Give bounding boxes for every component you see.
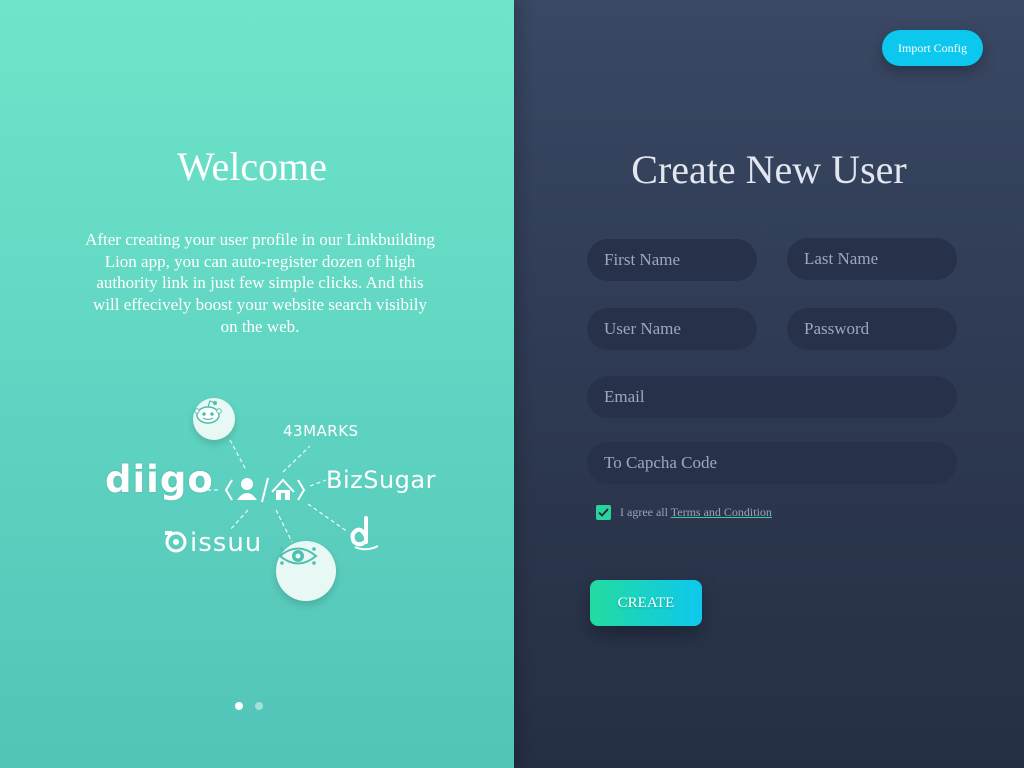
carousel-pagination [235, 702, 263, 710]
agree-checkbox[interactable] [596, 505, 611, 520]
check-icon [598, 508, 609, 517]
user-name-input[interactable] [587, 308, 757, 350]
issuu-logo-icon [165, 531, 187, 553]
home-icon [271, 478, 295, 500]
create-button[interactable]: CREATE [590, 580, 702, 626]
welcome-title: Welcome [176, 144, 328, 189]
bizsugar-logo: BizSugar [326, 466, 436, 494]
first-name-input[interactable] [587, 239, 757, 281]
import-config-button[interactable]: Import Config [882, 30, 983, 66]
last-name-input[interactable] [787, 238, 957, 280]
network-diagram: diigo 43MARKS BizSugar issuu [100, 392, 440, 607]
agree-label: I agree all [620, 505, 668, 519]
d-logo-icon [350, 516, 379, 551]
welcome-description: After creating your user profile in our … [85, 230, 435, 336]
form-title: Create New User [631, 147, 907, 192]
eye-network-icon [276, 541, 336, 601]
terms-agreement: I agree all Terms and Condition [596, 505, 772, 520]
issuu-logo: issuu [190, 528, 263, 558]
user-icon [237, 478, 257, 500]
create-user-panel: Import Config Create New User I agree al… [514, 0, 1024, 768]
password-input[interactable] [787, 308, 957, 350]
43marks-logo: 43MARKS [283, 422, 359, 440]
pagination-dot-1[interactable] [235, 702, 243, 710]
terms-link[interactable]: Terms and Condition [671, 505, 772, 519]
welcome-panel: Welcome After creating your user profile… [0, 0, 514, 768]
capcha-input[interactable] [587, 442, 957, 484]
email-input[interactable] [587, 376, 957, 418]
reddit-icon [193, 398, 235, 440]
pagination-dot-2[interactable] [255, 702, 263, 710]
diigo-logo: diigo [105, 458, 214, 501]
